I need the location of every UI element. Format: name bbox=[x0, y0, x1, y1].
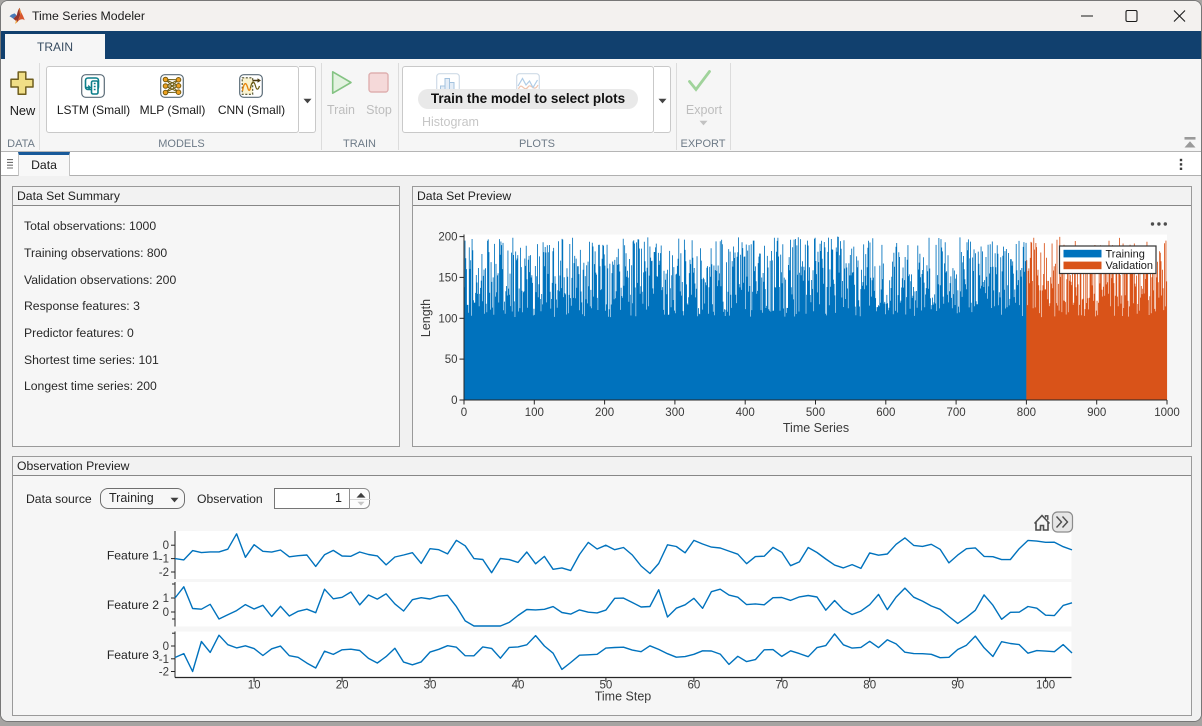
svg-text:100: 100 bbox=[525, 407, 544, 419]
svg-text:800: 800 bbox=[1017, 407, 1036, 419]
svg-text:0: 0 bbox=[163, 540, 169, 552]
svg-text:-1: -1 bbox=[159, 554, 169, 566]
svg-text:0: 0 bbox=[451, 395, 457, 407]
svg-text:0: 0 bbox=[163, 607, 169, 619]
svg-text:40: 40 bbox=[512, 680, 525, 692]
svg-text:Feature 2: Feature 2 bbox=[107, 598, 159, 612]
svg-text:200: 200 bbox=[438, 232, 457, 244]
svg-text:500: 500 bbox=[806, 407, 825, 419]
svg-text:0: 0 bbox=[461, 407, 467, 419]
svg-text:300: 300 bbox=[665, 407, 684, 419]
svg-text:60: 60 bbox=[688, 680, 701, 692]
svg-text:Feature 3: Feature 3 bbox=[107, 648, 159, 662]
svg-text:100: 100 bbox=[438, 313, 457, 325]
svg-text:10: 10 bbox=[248, 680, 261, 692]
svg-text:1000: 1000 bbox=[1154, 407, 1180, 419]
svg-text:-2: -2 bbox=[159, 567, 169, 579]
svg-text:80: 80 bbox=[863, 680, 876, 692]
svg-text:Length: Length bbox=[419, 299, 433, 337]
svg-text:700: 700 bbox=[947, 407, 966, 419]
svg-text:400: 400 bbox=[736, 407, 755, 419]
svg-text:Feature 1: Feature 1 bbox=[107, 549, 159, 563]
svg-text:Time Series: Time Series bbox=[783, 421, 849, 435]
svg-text:-2: -2 bbox=[159, 667, 169, 679]
svg-text:200: 200 bbox=[595, 407, 614, 419]
svg-text:Time Step: Time Step bbox=[595, 690, 652, 704]
svg-text:50: 50 bbox=[445, 354, 458, 366]
svg-text:900: 900 bbox=[1087, 407, 1106, 419]
svg-text:20: 20 bbox=[336, 680, 349, 692]
svg-text:90: 90 bbox=[951, 680, 964, 692]
svg-text:Validation: Validation bbox=[1106, 260, 1154, 272]
svg-text:70: 70 bbox=[775, 680, 788, 692]
svg-text:Training: Training bbox=[1106, 248, 1145, 260]
svg-text:150: 150 bbox=[438, 272, 457, 284]
svg-text:0: 0 bbox=[163, 641, 169, 653]
svg-text:30: 30 bbox=[424, 680, 437, 692]
svg-text:600: 600 bbox=[876, 407, 895, 419]
svg-text:100: 100 bbox=[1036, 680, 1055, 692]
svg-text:1: 1 bbox=[163, 593, 169, 605]
svg-text:-1: -1 bbox=[159, 654, 169, 666]
